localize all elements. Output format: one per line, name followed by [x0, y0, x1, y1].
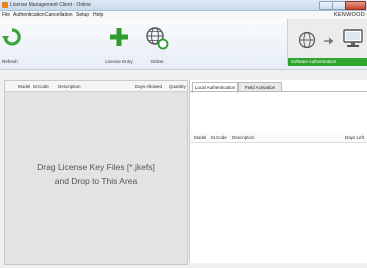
menu-bar: File Authentication Cancellation Setup H… — [0, 11, 367, 19]
online-button[interactable]: Online — [144, 19, 170, 69]
brand-logo: KENWOOD — [333, 12, 365, 18]
menu-authentication[interactable]: Authentication — [13, 12, 45, 18]
menu-cancellation[interactable]: Cancellation — [45, 12, 73, 18]
computer-icon — [343, 29, 363, 47]
drop-hint-line2: and Drop to This Area — [54, 176, 138, 186]
software-authentication-label: Software Authentication — [291, 59, 337, 64]
globe-icon — [146, 27, 169, 50]
license-entry-button[interactable]: License Entry — [101, 19, 137, 69]
drop-hint-line1: Drag License Key Files [*.jkefs] — [37, 162, 155, 172]
column-description[interactable]: Description — [58, 84, 81, 89]
software-authentication-panel[interactable]: Software Authentication — [287, 19, 367, 66]
close-button[interactable] — [345, 1, 366, 10]
globe-icon — [298, 31, 316, 49]
window-title: License Management Client - Online — [10, 2, 91, 8]
local-auth-table-header: Model M.Code Description Days Left — [190, 132, 367, 143]
column-mcode[interactable]: M.Code — [211, 135, 227, 140]
menu-file[interactable]: File — [2, 12, 10, 18]
authentication-pane: Local Authentication Field Activation Mo… — [189, 80, 367, 263]
app-icon — [2, 2, 8, 8]
software-authentication-bar: Software Authentication — [288, 58, 367, 66]
column-model[interactable]: Model — [18, 84, 30, 89]
drop-hint: Drag License Key Files [*.jkefs] and Dro… — [5, 160, 187, 188]
refresh-button[interactable]: Refresh — [2, 19, 22, 69]
title-bar: License Management Client - Online — [0, 0, 367, 11]
refresh-icon — [2, 28, 21, 46]
license-table-header: Model M.Code Description Days Allowed Qu… — [5, 81, 187, 92]
plus-icon — [110, 28, 128, 46]
license-drop-area[interactable]: Model M.Code Description Days Allowed Qu… — [4, 80, 188, 265]
column-model[interactable]: Model — [194, 135, 206, 140]
column-mcode[interactable]: M.Code — [33, 84, 49, 89]
column-quantity[interactable]: Quantity — [169, 84, 186, 89]
tab-divider — [190, 91, 367, 92]
column-days-allowed[interactable]: Days Allowed — [135, 84, 162, 89]
refresh-label: Refresh — [2, 59, 18, 64]
license-entry-label: License Entry — [105, 59, 133, 64]
menu-setup[interactable]: Setup — [76, 12, 89, 18]
maximize-button[interactable] — [332, 1, 346, 10]
column-description[interactable]: Description — [232, 135, 255, 140]
column-days-left[interactable]: Days Left — [345, 135, 364, 140]
minimize-button[interactable] — [319, 1, 333, 10]
arrow-right-icon — [324, 37, 334, 45]
online-label: Online — [150, 59, 164, 64]
menu-help[interactable]: Help — [93, 12, 103, 18]
